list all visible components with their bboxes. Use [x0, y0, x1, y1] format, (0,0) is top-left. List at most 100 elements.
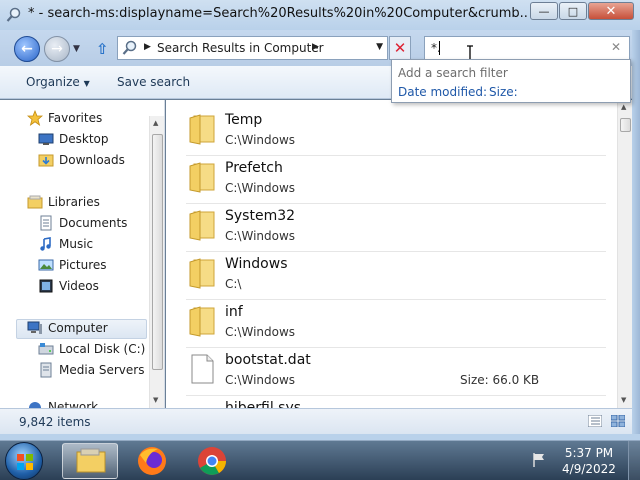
list-item[interactable]: hiberfil.sys [186, 396, 606, 408]
result-name: hiberfil.sys [225, 400, 302, 408]
recent-pages-dropdown[interactable]: ▼ [73, 44, 80, 54]
address-dropdown-icon[interactable]: ▼ [376, 42, 383, 52]
filter-size[interactable]: Size: [489, 85, 518, 99]
save-search-button[interactable]: Save search [117, 75, 190, 89]
result-path: C:\Windows [225, 181, 296, 195]
back-button[interactable]: ← [14, 36, 40, 62]
organize-button[interactable]: Organize ▼ [26, 75, 90, 89]
text-caret [439, 41, 440, 55]
star-icon [27, 110, 43, 126]
list-item[interactable]: Windows C:\ [186, 252, 606, 298]
scroll-down-icon[interactable]: ▼ [153, 396, 158, 404]
minimize-button[interactable]: — [530, 2, 558, 20]
scroll-up-icon[interactable]: ▲ [153, 119, 158, 127]
nav-documents[interactable]: Documents [38, 215, 127, 231]
close-icon: ✕ [393, 39, 407, 57]
music-icon [38, 236, 54, 252]
search-icon [122, 40, 137, 55]
up-arrow-icon[interactable]: ⇧ [96, 41, 112, 57]
window-frame-right [632, 30, 640, 440]
nav-favorites[interactable]: Favorites [27, 110, 102, 126]
computer-icon [27, 320, 43, 336]
maximize-button[interactable]: □ [559, 2, 587, 20]
breadcrumb-chevron-icon[interactable]: ▶ [312, 42, 319, 52]
folder-icon [189, 162, 215, 193]
system-clock[interactable]: 5:37 PM 4/9/2022 [558, 445, 620, 477]
chevron-down-icon: ▼ [83, 79, 90, 88]
result-name: inf [225, 304, 243, 320]
nav-computer[interactable]: Computer [27, 320, 108, 336]
nav-pictures[interactable]: Pictures [38, 257, 107, 273]
pictures-icon [38, 257, 54, 273]
tiles-view-icon[interactable] [611, 415, 625, 427]
window-title: * - search-ms:displayname=Search%20Resul… [28, 6, 528, 21]
list-item[interactable]: Prefetch C:\Windows [186, 156, 606, 202]
folder-icon [189, 306, 215, 337]
item-count: 9,842 items [19, 415, 91, 429]
address-bar[interactable]: ▶ Search Results in Computer ▶ ▼ [117, 36, 388, 60]
filter-date-modified[interactable]: Date modified: [398, 85, 487, 99]
close-button[interactable]: ✕ [588, 2, 634, 20]
firefox-icon [138, 447, 166, 475]
result-name: Temp [225, 112, 263, 128]
clock-date: 4/9/2022 [562, 462, 616, 476]
result-path: C:\Windows [225, 373, 296, 387]
details-view-icon[interactable] [588, 415, 602, 427]
result-name: Prefetch [225, 160, 283, 176]
list-item[interactable]: System32 C:\Windows [186, 204, 606, 250]
hard-drive-icon [38, 341, 54, 357]
forward-button[interactable]: → [44, 36, 70, 62]
result-path: C:\Windows [225, 133, 296, 147]
folder-icon [189, 258, 215, 289]
results-scrollbar[interactable]: ▲ ▼ [617, 100, 632, 408]
search-results-list: Temp C:\Windows Prefetch C:\Windows Syst… [166, 100, 632, 408]
nav-videos[interactable]: Videos [38, 278, 99, 294]
taskbar-firefox[interactable] [124, 443, 180, 479]
taskbar-explorer[interactable] [62, 443, 118, 479]
search-filter-popup: Add a search filter Date modified: Size: [391, 59, 631, 103]
arrow-right-icon: → [51, 41, 63, 57]
scroll-down-icon[interactable]: ▼ [621, 396, 626, 404]
scrollbar-thumb[interactable] [620, 118, 631, 132]
breadcrumb-chevron-icon[interactable]: ▶ [144, 42, 151, 52]
list-item[interactable]: inf C:\Windows [186, 300, 606, 346]
search-input[interactable]: *. ✕ [424, 36, 630, 60]
start-button[interactable] [5, 442, 43, 480]
nav-downloads[interactable]: Downloads [38, 152, 125, 168]
result-path: C:\ [225, 277, 242, 291]
list-item[interactable]: bootstat.dat C:\Windows Size: 66.0 KB [186, 348, 606, 394]
nav-pane-scrollbar[interactable]: ▲ ▼ [149, 116, 164, 408]
downloads-folder-icon [38, 152, 54, 168]
nav-media-servers[interactable]: Media Servers [38, 362, 144, 378]
result-name: bootstat.dat [225, 352, 311, 368]
nav-libraries[interactable]: Libraries [27, 194, 100, 210]
folder-icon [189, 114, 215, 145]
network-icon [27, 400, 43, 408]
arrow-left-icon: ← [21, 41, 33, 57]
action-center-flag-icon[interactable] [531, 452, 547, 468]
nav-music[interactable]: Music [38, 236, 93, 252]
explorer-folder-icon [76, 448, 106, 473]
breadcrumb-search-results[interactable]: Search Results in Computer [157, 41, 324, 55]
navigation-pane: Favorites Desktop Downloads Libraries Do… [0, 100, 165, 408]
nav-local-disk[interactable]: Local Disk (C:) [38, 341, 145, 357]
result-name: System32 [225, 208, 296, 224]
scrollbar-thumb[interactable] [152, 134, 163, 370]
result-size: Size: 66.0 KB [460, 373, 540, 387]
taskbar: 5:37 PM 4/9/2022 [0, 440, 640, 480]
desktop-icon [38, 131, 54, 147]
clear-search-icon[interactable]: ✕ [611, 40, 621, 54]
list-item[interactable]: Temp C:\Windows [186, 108, 606, 154]
nav-desktop[interactable]: Desktop [38, 131, 109, 147]
stop-search-button[interactable]: ✕ [389, 36, 411, 60]
result-name: Windows [225, 256, 288, 272]
nav-network-partial[interactable]: Network [27, 400, 98, 408]
taskbar-chrome[interactable] [184, 443, 240, 479]
windows-logo-icon [17, 454, 33, 470]
show-desktop-button[interactable] [628, 441, 640, 480]
title-bar: * - search-ms:displayname=Search%20Resul… [0, 0, 640, 30]
media-server-icon [38, 362, 54, 378]
file-icon [191, 354, 214, 384]
scroll-up-icon[interactable]: ▲ [621, 103, 626, 111]
clock-time: 5:37 PM [564, 446, 614, 460]
